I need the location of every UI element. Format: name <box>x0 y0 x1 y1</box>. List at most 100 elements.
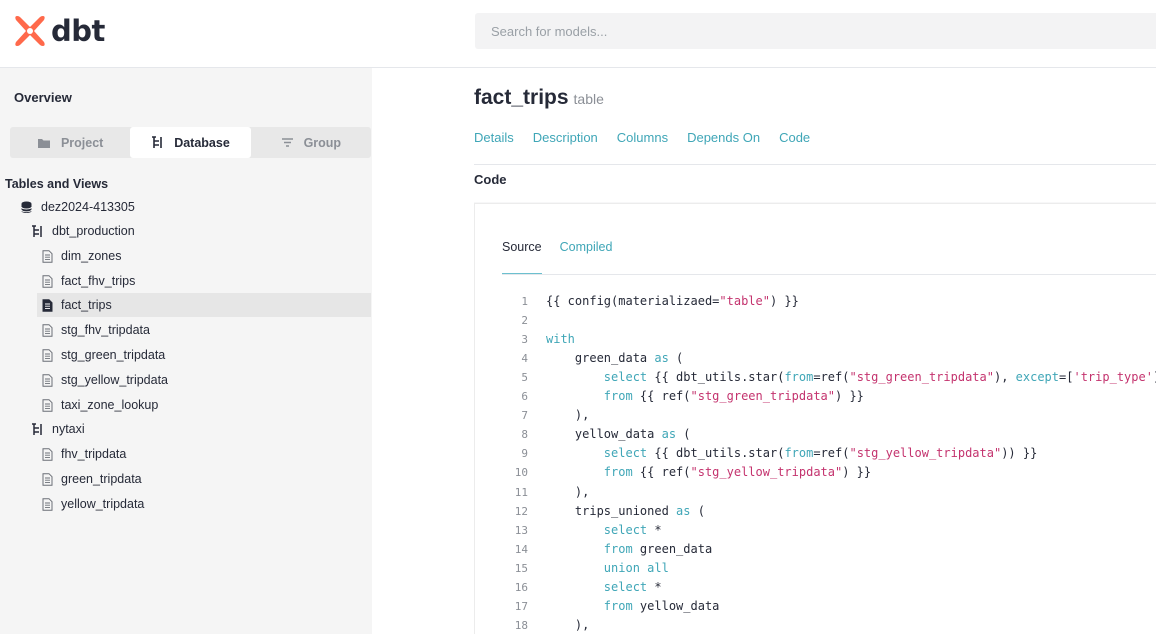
schema-icon <box>32 422 42 435</box>
code-string: "stg_yellow_tripdata" <box>690 465 843 480</box>
dbt-logo[interactable]: dbt <box>13 14 105 48</box>
code-text: ) }} <box>835 389 864 404</box>
code-keyword: from <box>603 598 633 613</box>
code-line-text: yellow_data as ( <box>546 425 691 444</box>
tree-table-fact-trips[interactable]: fact_trips <box>37 293 371 317</box>
code-line: 16 select * <box>502 578 662 597</box>
code-tabs-divider <box>502 274 1156 275</box>
dbt-logo-icon <box>15 16 45 46</box>
project-view-button[interactable]: Project <box>10 127 130 158</box>
code-line-text: from green_data <box>546 540 712 559</box>
tables-and-views-heading: Tables and Views <box>5 177 109 191</box>
code-string: "table" <box>719 294 770 308</box>
tab-columns[interactable]: Columns <box>617 130 668 145</box>
database-view-button[interactable]: Database <box>130 127 251 158</box>
brand-name: dbt <box>51 14 105 48</box>
tree-table-label: taxi_zone_lookup <box>61 398 159 412</box>
code-keyword: as <box>661 427 677 442</box>
tree-table-yellow-tripdata[interactable]: yellow_tripdata <box>42 492 144 516</box>
file-icon <box>42 348 53 362</box>
code-keyword: from <box>784 446 814 461</box>
search-models-input[interactable] <box>475 13 1156 49</box>
code-line: 1 {{ config(materializaed="table") }} <box>502 292 799 311</box>
tab-details[interactable]: Details <box>474 130 514 145</box>
code-string: "stg_green_tripdata" <box>690 389 836 404</box>
tree-table-dim-zones[interactable]: dim_zones <box>42 244 121 268</box>
file-icon <box>42 497 53 511</box>
model-type-badge: table <box>573 91 604 107</box>
code-line-text: union all <box>546 559 669 578</box>
line-number: 13 <box>514 523 528 537</box>
code-line: 12 trips_unioned as ( <box>502 502 705 521</box>
code-text: =ref( <box>813 446 850 461</box>
code-line-text: with <box>546 330 575 349</box>
line-number: 7 <box>521 409 528 423</box>
code-line: 14 from green_data <box>502 540 712 559</box>
code-text: ), <box>546 617 590 632</box>
tree-database-node[interactable]: dez2024-413305 <box>20 195 135 219</box>
code-keyword: from <box>784 370 814 385</box>
line-number: 5 <box>521 371 528 385</box>
tab-depends-on[interactable]: Depends On <box>687 130 760 145</box>
tree-table-stg-fhv-tripdata[interactable]: stg_fhv_tripdata <box>42 318 150 342</box>
code-text: {{ dbt_utils.star( <box>647 446 785 461</box>
tab-compiled[interactable]: Compiled <box>560 240 613 275</box>
code-string: 'trip_type' <box>1073 370 1153 385</box>
overview-link[interactable]: Overview <box>14 90 72 105</box>
line-number: 18 <box>514 618 528 632</box>
tab-source[interactable]: Source <box>502 240 542 275</box>
code-text: trips_unioned <box>546 503 677 518</box>
code-line-text: select {{ dbt_utils.star(from=ref("stg_g… <box>546 368 1156 387</box>
code-line: 13 select * <box>502 521 662 540</box>
tree-table-fhv-tripdata[interactable]: fhv_tripdata <box>42 442 126 466</box>
tab-code[interactable]: Code <box>779 130 810 145</box>
line-number: 9 <box>521 447 528 461</box>
code-text: ), <box>546 484 590 499</box>
line-number: 10 <box>514 466 528 480</box>
tree-table-taxi-zone-lookup[interactable]: taxi_zone_lookup <box>42 393 158 417</box>
line-number: 11 <box>514 485 528 499</box>
model-name: fact_trips <box>474 86 569 109</box>
tree-table-stg-green-tripdata[interactable]: stg_green_tripdata <box>42 343 165 367</box>
schema-icon <box>32 224 42 237</box>
tree-table-label: green_tripdata <box>61 472 142 486</box>
tree-table-label: stg_fhv_tripdata <box>61 323 150 337</box>
code-text: yellow_data <box>546 427 662 442</box>
line-number: 1 <box>521 295 528 308</box>
top-header: dbt <box>0 0 1156 68</box>
tree-schema-dbt-production[interactable]: dbt_production <box>31 219 135 243</box>
file-icon <box>42 472 53 486</box>
code-keyword: select <box>603 446 648 461</box>
code-string: "stg_green_tripdata" <box>849 370 994 385</box>
code-text: ), <box>993 370 1016 385</box>
code-keyword: union all <box>603 560 669 575</box>
code-line: 18 ), <box>502 616 590 634</box>
code-line-text: ), <box>546 483 589 502</box>
code-line-text: {{ config(materializaed="table") }} <box>546 292 799 311</box>
code-line: 5 select {{ dbt_utils.star(from=ref("stg… <box>502 368 1156 387</box>
group-view-button[interactable]: Group <box>251 127 371 158</box>
code-line: 4 green_data as ( <box>502 349 683 368</box>
tree-table-label: yellow_tripdata <box>61 497 145 511</box>
tree-table-stg-yellow-tripdata[interactable]: stg_yellow_tripdata <box>42 368 168 392</box>
code-text: green_data <box>546 351 655 366</box>
code-text: * <box>647 522 662 537</box>
line-number: 12 <box>514 504 528 518</box>
code-line-text: trips_unioned as ( <box>546 502 705 521</box>
tree-table-fact-fhv-trips[interactable]: fact_fhv_trips <box>42 269 135 293</box>
tree-table-green-tripdata[interactable]: green_tripdata <box>42 467 142 491</box>
view-switcher: Project Database Group <box>10 127 371 158</box>
tab-description[interactable]: Description <box>533 130 598 145</box>
code-keyword: select <box>603 370 648 385</box>
tree-schema-nytaxi[interactable]: nytaxi <box>31 417 85 441</box>
database-icon <box>21 201 32 213</box>
tree-table-label: fact_trips <box>61 298 112 312</box>
model-tabs: Details Description Columns Depends On C… <box>474 130 829 145</box>
